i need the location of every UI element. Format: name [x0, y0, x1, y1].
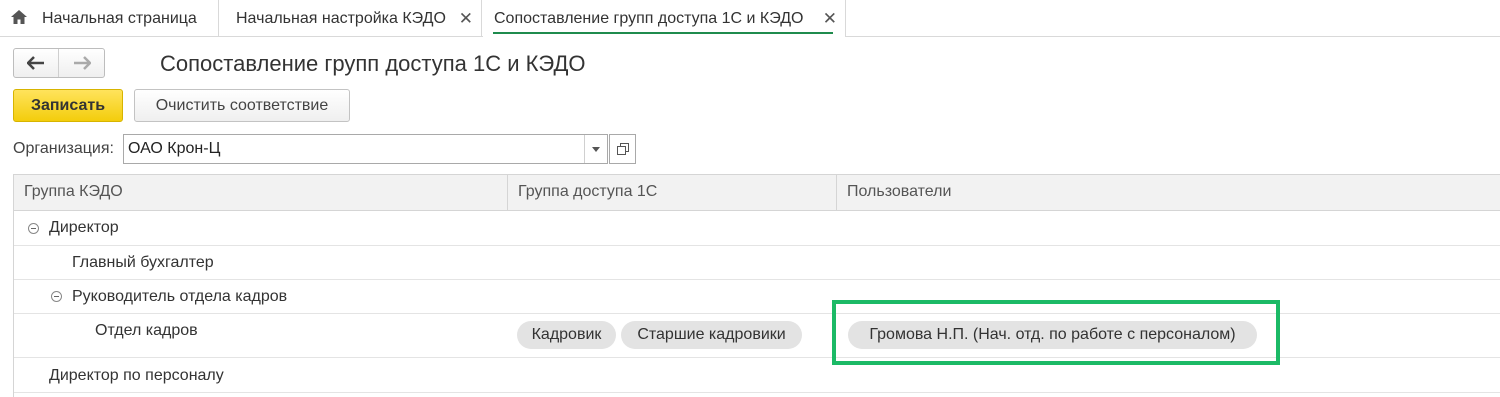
collapse-icon[interactable] [28, 223, 39, 234]
collapse-icon[interactable] [51, 291, 62, 302]
back-button[interactable] [14, 49, 60, 77]
arrow-left-icon [27, 56, 44, 70]
column-header-users[interactable]: Пользователи [837, 175, 1500, 211]
tab-access-groups[interactable]: Сопоставление групп доступа 1С и КЭДО ✕ [483, 0, 846, 37]
tab-kedo-setup[interactable]: Начальная настройка КЭДО ✕ [220, 0, 482, 37]
open-organization-button[interactable] [609, 134, 636, 164]
close-icon[interactable]: ✕ [823, 9, 837, 29]
row-name: Отдел кадров [95, 322, 198, 339]
tab-bar: Начальная страница Начальная настройка К… [0, 0, 1500, 37]
page-title: Сопоставление групп доступа 1С и КЭДО [160, 51, 586, 76]
access-group-tag[interactable]: Кадровик [517, 321, 616, 349]
home-icon [11, 10, 27, 24]
organization-label: Организация: [13, 140, 114, 157]
forward-button[interactable] [59, 49, 104, 77]
nav-buttons [13, 48, 105, 78]
row-name: Главный бухгалтер [72, 254, 214, 271]
table-header: Группа КЭДО Группа доступа 1С Пользовате… [14, 175, 1500, 211]
access-group-tag[interactable]: Старшие кадровики [621, 321, 802, 349]
tab-label: Начальная настройка КЭДО [236, 9, 446, 27]
save-button[interactable]: Записать [13, 89, 123, 122]
column-header-1c-group[interactable]: Группа доступа 1С [508, 175, 837, 211]
row-name: Руководитель отдела кадров [72, 288, 288, 305]
table-row[interactable]: Главный бухгалтер [14, 246, 1500, 280]
table-row[interactable]: Директор [14, 211, 1500, 246]
open-window-icon [616, 143, 629, 155]
highlight-box [832, 300, 1280, 365]
dropdown-button[interactable] [584, 135, 607, 163]
tab-label: Сопоставление групп доступа 1С и КЭДО [494, 9, 804, 27]
arrow-right-icon [73, 56, 91, 70]
row-name: Директор [49, 219, 119, 236]
tab-home[interactable]: Начальная страница [0, 0, 219, 37]
tab-label: Начальная страница [42, 9, 197, 27]
organization-field[interactable]: ОАО Крон-Ц [123, 134, 608, 164]
clear-mapping-button[interactable]: Очистить соответствие [134, 89, 350, 122]
column-header-kedo-group[interactable]: Группа КЭДО [14, 175, 508, 211]
row-name: Директор по персоналу [49, 367, 224, 384]
chevron-down-icon [592, 146, 600, 152]
close-icon[interactable]: ✕ [459, 9, 473, 29]
